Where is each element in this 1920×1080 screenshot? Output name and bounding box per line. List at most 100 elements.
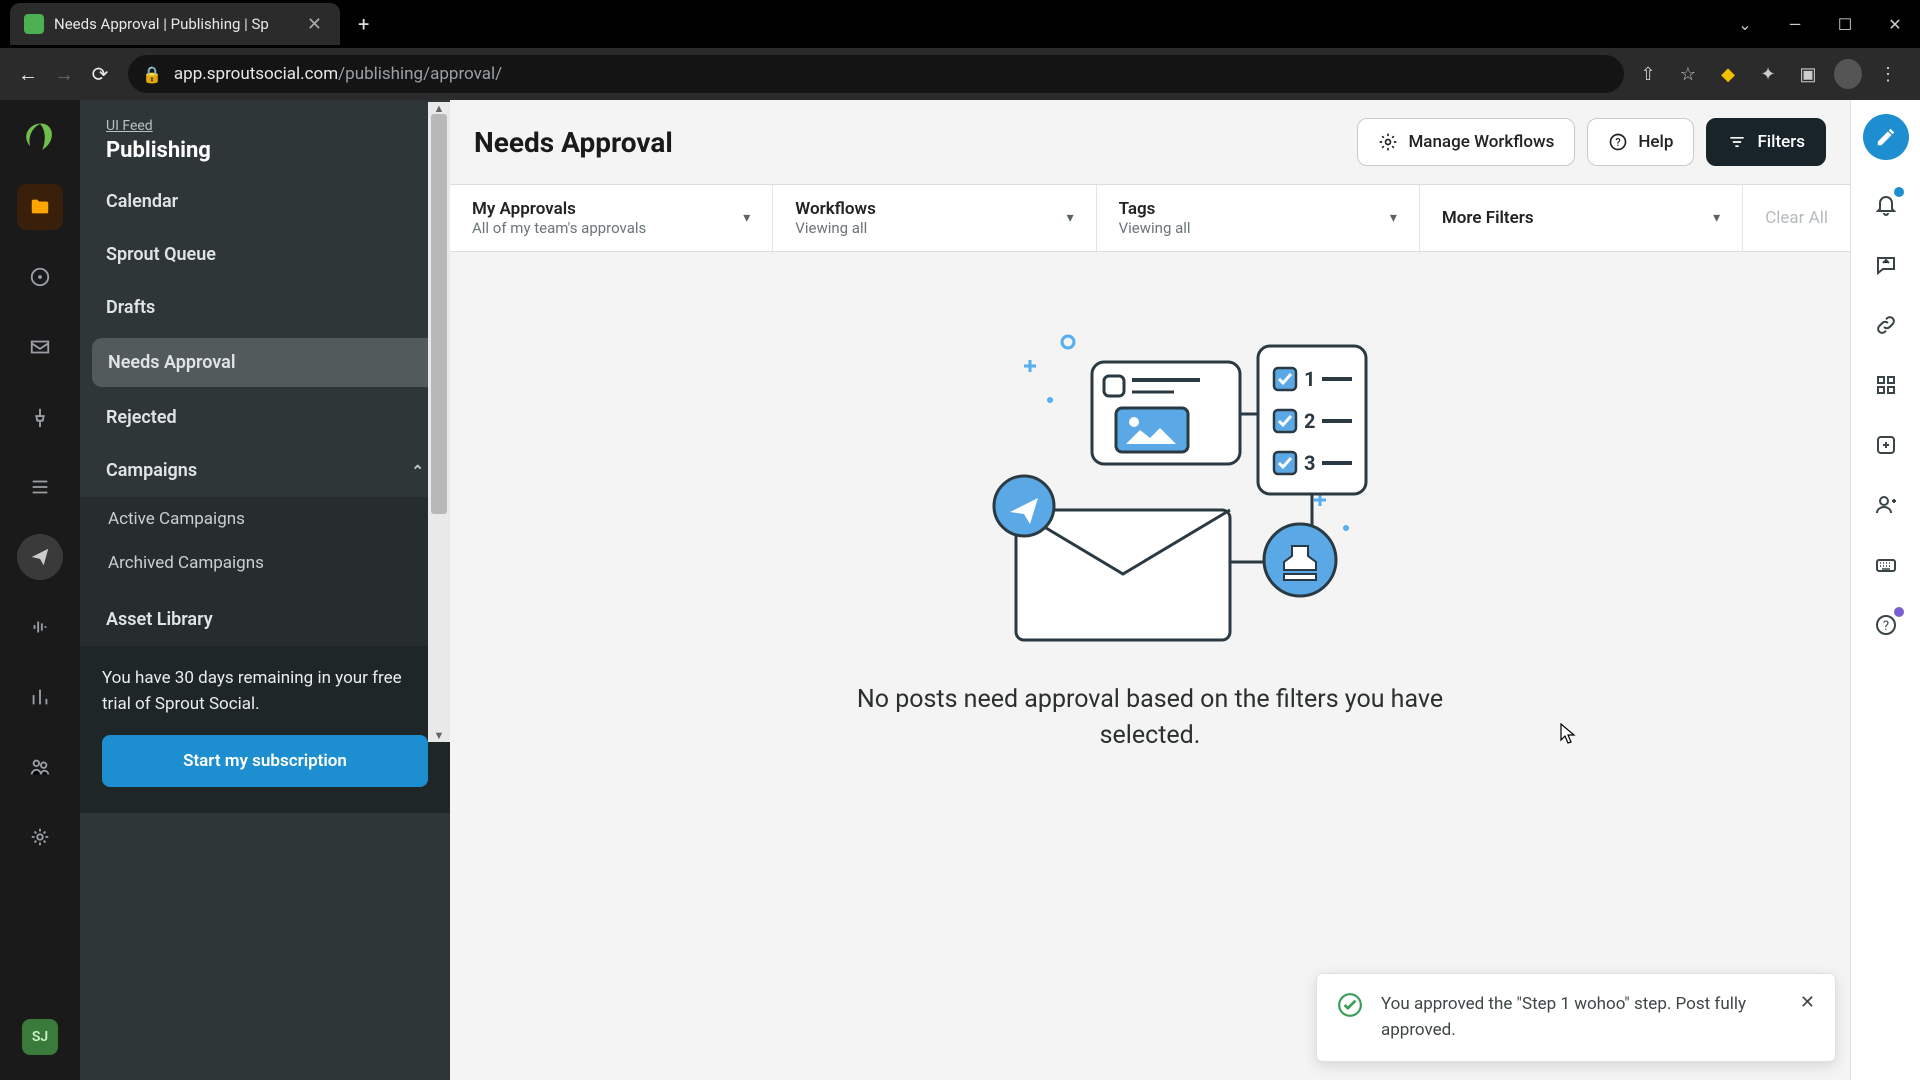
filter-icon: [1727, 132, 1747, 152]
chevron-up-icon: ⌃: [411, 462, 424, 480]
filter-sublabel: Viewing all: [795, 219, 1066, 237]
nav-compass-icon[interactable]: [17, 254, 63, 300]
svg-text:1: 1: [1304, 367, 1315, 391]
filter-label: My Approvals: [472, 199, 743, 219]
chevron-down-icon[interactable]: ⌄: [1720, 4, 1770, 44]
manage-workflows-button[interactable]: Manage Workflows: [1357, 118, 1575, 166]
right-utility-rail: ?: [1850, 100, 1920, 1080]
extension-icon[interactable]: ◆: [1714, 60, 1742, 88]
nav-inbox-icon[interactable]: [17, 324, 63, 370]
toast-message: You approved the "Step 1 wohoo" step. Po…: [1381, 992, 1782, 1043]
button-label: Manage Workflows: [1408, 132, 1554, 152]
url-text: app.sproutsocial.com/publishing/approval…: [174, 64, 502, 84]
sidebar-item-sprout-queue[interactable]: Sprout Queue: [80, 228, 450, 281]
button-label: Filters: [1757, 132, 1805, 152]
filter-label: Tags: [1119, 199, 1390, 219]
kebab-menu-icon[interactable]: ⋮: [1874, 60, 1902, 88]
share-icon[interactable]: ⇧: [1634, 60, 1662, 88]
nav-folder-icon[interactable]: [17, 184, 63, 230]
nav-pin-icon[interactable]: [17, 394, 63, 440]
main-content: Needs Approval Manage Workflows ? Help F…: [450, 100, 1850, 1080]
nav-people-icon[interactable]: [17, 744, 63, 790]
user-avatar[interactable]: SJ: [22, 1019, 58, 1055]
bookmark-star-icon[interactable]: ☆: [1674, 60, 1702, 88]
filter-label: Workflows: [795, 199, 1066, 219]
svg-text:?: ?: [1616, 136, 1621, 149]
help-badge: [1894, 607, 1904, 617]
toast-close-button[interactable]: ✕: [1800, 992, 1815, 1043]
window-maximize-button[interactable]: ☐: [1820, 4, 1870, 44]
check-circle-icon: [1337, 992, 1363, 1018]
back-button[interactable]: ←: [10, 56, 46, 92]
nav-reports-icon[interactable]: [17, 674, 63, 720]
help-button[interactable]: ? Help: [1587, 118, 1694, 166]
address-bar[interactable]: 🔒 app.sproutsocial.com/publishing/approv…: [128, 55, 1624, 93]
notifications-icon[interactable]: [1871, 190, 1901, 220]
sidebar-scrollbar[interactable]: ▲ ▼: [428, 102, 450, 742]
sidebar-item-label: Campaigns: [106, 460, 197, 481]
publishing-sidebar: UI Feed Publishing Calendar Sprout Queue…: [80, 100, 450, 1080]
clear-all-filters-button[interactable]: Clear All: [1743, 185, 1850, 251]
nav-settings-icon[interactable]: [17, 814, 63, 860]
side-panel-icon[interactable]: ▣: [1794, 60, 1822, 88]
forward-button[interactable]: →: [46, 56, 82, 92]
filter-sublabel: Viewing all: [1119, 219, 1390, 237]
nav-listening-icon[interactable]: [17, 604, 63, 650]
filter-sublabel: All of my team's approvals: [472, 219, 743, 237]
add-user-icon[interactable]: [1871, 490, 1901, 520]
filter-workflows[interactable]: Workflows Viewing all ▾: [773, 185, 1096, 251]
lock-icon: 🔒: [142, 65, 162, 84]
sidebar-item-archived-campaigns[interactable]: Archived Campaigns: [80, 541, 450, 585]
filters-button[interactable]: Filters: [1706, 118, 1826, 166]
feedback-icon[interactable]: [1871, 250, 1901, 280]
sidebar-item-rejected[interactable]: Rejected: [80, 391, 450, 444]
sprout-logo-icon[interactable]: [20, 120, 60, 160]
link-icon[interactable]: [1871, 310, 1901, 340]
new-tab-button[interactable]: +: [340, 12, 387, 36]
tab-title: Needs Approval | Publishing | Sp: [54, 15, 303, 33]
toast-notification: You approved the "Step 1 wohoo" step. Po…: [1316, 973, 1836, 1062]
svg-text:3: 3: [1304, 451, 1315, 475]
svg-text:?: ?: [1882, 619, 1888, 634]
trial-text: You have 30 days remaining in your free …: [102, 666, 428, 717]
compose-button[interactable]: [1863, 114, 1909, 160]
keyboard-icon[interactable]: [1871, 550, 1901, 580]
svg-text:2: 2: [1304, 409, 1315, 433]
gear-icon: [1378, 132, 1398, 152]
trial-banner: You have 30 days remaining in your free …: [80, 646, 450, 813]
sidebar-item-campaigns[interactable]: Campaigns ⌃: [80, 444, 450, 497]
filter-label: More Filters: [1442, 208, 1713, 228]
filter-tags[interactable]: Tags Viewing all ▾: [1097, 185, 1420, 251]
breadcrumb[interactable]: UI Feed: [106, 118, 424, 134]
reload-button[interactable]: ⟳: [82, 56, 118, 92]
tab-favicon-icon: [24, 14, 44, 34]
sidebar-item-asset-library[interactable]: Asset Library: [80, 593, 450, 646]
sidebar-item-active-campaigns[interactable]: Active Campaigns: [80, 497, 450, 541]
help-icon: ?: [1608, 132, 1628, 152]
profile-avatar[interactable]: [1834, 60, 1862, 88]
window-close-button[interactable]: ✕: [1870, 4, 1920, 44]
chevron-down-icon: ▾: [1713, 210, 1720, 226]
filter-my-approvals[interactable]: My Approvals All of my team's approvals …: [450, 185, 773, 251]
start-subscription-button[interactable]: Start my subscription: [102, 735, 428, 787]
global-nav-rail: SJ: [0, 100, 80, 1080]
apps-grid-icon[interactable]: [1871, 370, 1901, 400]
add-panel-icon[interactable]: [1871, 430, 1901, 460]
chevron-down-icon: ▾: [1067, 210, 1074, 226]
help-circle-icon[interactable]: ?: [1871, 610, 1901, 640]
nav-list-icon[interactable]: [17, 464, 63, 510]
sidebar-item-needs-approval[interactable]: Needs Approval: [92, 338, 438, 387]
chevron-down-icon: ▾: [1390, 210, 1397, 226]
notification-badge: [1894, 187, 1904, 197]
close-tab-icon[interactable]: ✕: [303, 14, 326, 35]
page-title: Needs Approval: [474, 126, 673, 159]
window-minimize-button[interactable]: ―: [1770, 4, 1820, 44]
nav-publishing-icon[interactable]: [17, 534, 63, 580]
sidebar-item-calendar[interactable]: Calendar: [80, 175, 450, 228]
browser-tab[interactable]: Needs Approval | Publishing | Sp ✕: [10, 3, 340, 45]
extensions-puzzle-icon[interactable]: ✦: [1754, 60, 1782, 88]
button-label: Help: [1638, 132, 1673, 152]
filter-more[interactable]: More Filters ▾: [1420, 185, 1743, 251]
chevron-down-icon: ▾: [743, 210, 750, 226]
sidebar-item-drafts[interactable]: Drafts: [80, 281, 450, 334]
